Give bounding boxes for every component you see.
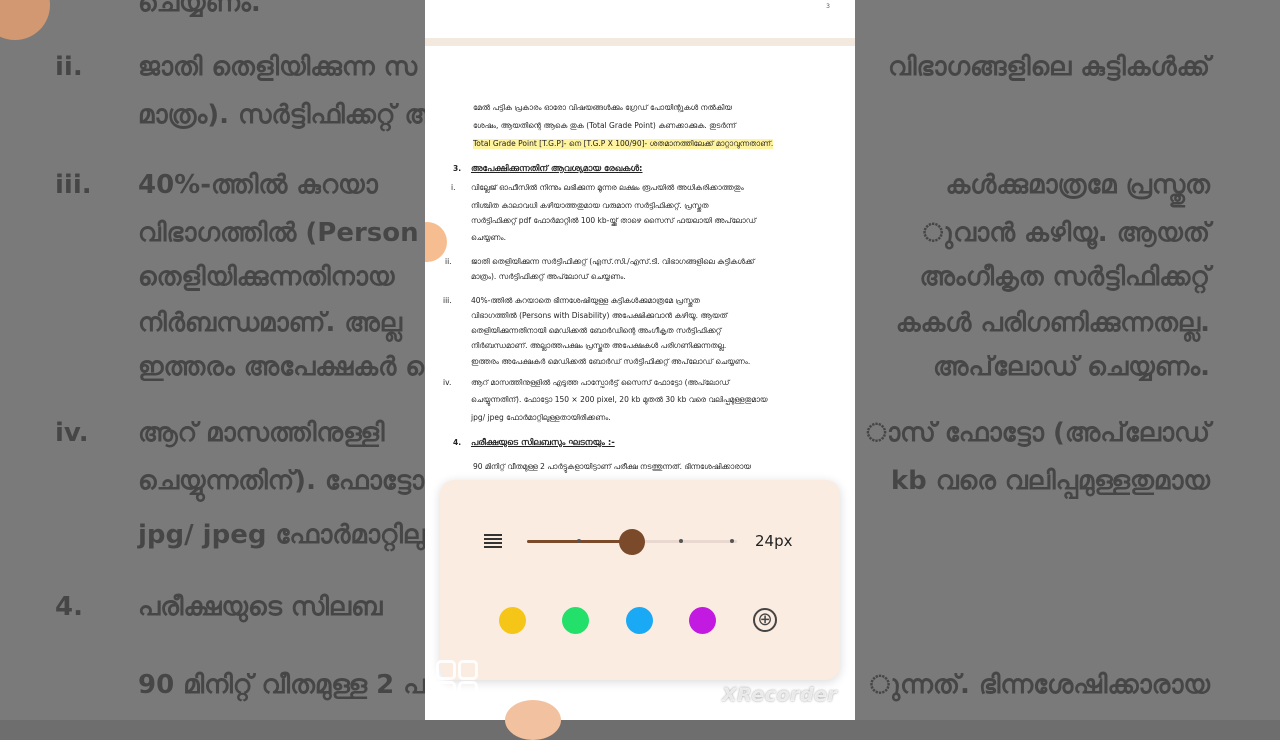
previous-page: 3 (425, 0, 855, 38)
page-separator (425, 38, 855, 46)
item-line: നിർബന്ധമാണ്. അല്ലാത്തപക്ഷം പ്രസ്തുത അപേക… (471, 341, 727, 350)
color-swatch-blue[interactable] (626, 607, 653, 634)
background-text: ജാതി തെളിയിക്കുന്ന സ (138, 52, 418, 82)
background-text-right: ാസ് ഫോട്ടോ (അപ്‌ലോഡ് (866, 418, 1210, 448)
color-swatch-yellow[interactable] (499, 607, 526, 634)
background-text-right: കൾക്കുമാത്രമേ പ്രസ്തുത (945, 170, 1210, 200)
background-text-right: അംഗീകൃത സർട്ടിഫിക്കറ്റ് (919, 262, 1210, 292)
section-title: അപേക്ഷിക്കുന്നതിന് ആവശ്യമായ രേഖകൾ: (471, 164, 643, 174)
background-text: ചെയ്യണം. (138, 0, 261, 18)
color-swatch-green[interactable] (562, 607, 589, 634)
item-number: ii. (445, 257, 452, 266)
background-text: ആറ് മാസത്തിനുള്ളി (138, 418, 385, 448)
background-text: നിർബന്ധമാണ്. അല്ല (138, 308, 402, 338)
page-number: 3 (826, 3, 830, 10)
section-title: പരീക്ഷയുടെ സിലബസും ഘടനയും :- (471, 438, 615, 448)
stroke-size-slider[interactable] (527, 529, 737, 555)
background-number: iii. (55, 170, 92, 200)
background-text: തെളിയിക്കുന്നതിനായ (138, 262, 395, 292)
background-text: jpg/ jpeg ഫോർമാറ്റിലു (138, 520, 426, 550)
stroke-size-label: 24px (755, 532, 793, 550)
apps-grid-icon[interactable] (428, 650, 486, 708)
section-number: 4. (453, 438, 462, 447)
slider-tick (730, 539, 734, 543)
slider-tick (679, 539, 683, 543)
background-text-right: ുവാൻ കഴിയൂ. ആയത് (922, 218, 1210, 248)
item-line: ചെയ്യണം. (471, 233, 506, 242)
item-line: 40%-ത്തിൽ കുറയാതെ ഭിന്നശേഷിയുള്ള കുട്ടിക… (471, 296, 700, 305)
item-line: ജാതി തെളിയിക്കുന്ന സർട്ടിഫിക്കറ്റ് (എസ്.… (471, 257, 755, 266)
background-text-right: അപ്‌ലോഡ് ചെയ്യണം. (933, 352, 1210, 382)
background-blob (0, 0, 50, 40)
item-number: iv. (443, 378, 452, 387)
color-swatch-purple[interactable] (689, 607, 716, 634)
item-number: iii. (443, 296, 452, 305)
stroke-width-icon[interactable] (484, 534, 502, 548)
item-line: നിശ്ചിത കാലാവധി കഴിയാത്തതുമായ വരുമാന സർട… (471, 201, 709, 210)
item-number: i. (451, 183, 456, 192)
background-text: ഇത്തരം അപേക്ഷകർ മെ (138, 352, 441, 382)
background-text-right: kb വരെ വലിപ്പമുള്ളതുമായ (890, 466, 1210, 496)
item-line: മാത്രം). സർട്ടിഫിക്കറ്റ് അപ്‌ലോഡ് ചെയ്യണ… (471, 272, 626, 281)
item-line: വിഭാഗത്തിൽ (Persons with Disability) അപേ… (471, 311, 728, 320)
add-color-icon[interactable]: ⊕ (753, 608, 777, 632)
item-line: ആറ് മാസത്തിനുള്ളിൽ എടുത്ത പാസ്പോർട്ട് സൈ… (471, 378, 730, 387)
intro-line: മേൽ പട്ടിക പ്രകാരം ഓരോ വിഷയങ്ങൾക്കും ഗ്ര… (473, 103, 732, 112)
recorder-watermark: XRecorder (722, 684, 838, 706)
item-line: വില്ലേജ് ഓഫീസിൽ നിന്നും ലഭിക്കുന്ന മൂന്ന… (471, 183, 744, 192)
background-number: 4. (55, 592, 83, 622)
touch-indicator (425, 222, 447, 262)
background-text: 90 മിനിറ്റ് വീതമുള്ള 2 പ (138, 670, 426, 700)
body-line: 90 മിനിറ്റ് വീതമുള്ള 2 പാർട്ടുകളായിട്ടാണ… (473, 462, 752, 471)
slider-tick (577, 539, 581, 543)
background-text: പരീക്ഷയുടെ സിലബ (138, 592, 383, 622)
item-line: jpg/ jpeg ഫോർമാറ്റിലുള്ളതായിരിക്കണം. (471, 413, 611, 422)
active-tool-indicator (505, 700, 561, 740)
item-line: ചെയ്യുന്നതിന്). ഫോട്ടോ 150 × 200 pixel, … (471, 395, 768, 404)
background-text-right: ുന്നത്. ഭിന്നശേഷിക്കാരായ (869, 670, 1210, 700)
pen-settings-panel: 24px ⊕ (440, 480, 840, 680)
section-number: 3. (453, 164, 462, 173)
background-text: 40%-ത്തിൽ കുറയാ (138, 170, 378, 200)
item-line: സർട്ടിഫിക്കറ്റ് pdf ഫോർമാറ്റിൽ 100 kb-യ്… (471, 216, 757, 225)
background-text-right: വിഭാഗങ്ങളിലെ കുട്ടികൾക്ക് (888, 52, 1210, 82)
item-line: തെളിയിക്കുന്നതിനായി മെഡിക്കൽ ബോർഡിന്റെ അ… (471, 326, 722, 335)
item-line: ഇത്തരം അപേക്ഷകർ മെഡിക്കൽ ബോർഡ് സർട്ടിഫിക… (471, 357, 751, 366)
background-text: വിഭാഗത്തിൽ (Person (138, 218, 419, 248)
background-number: iv. (55, 418, 89, 448)
intro-line-highlighted: Total Grade Point [T.G.P]- നെ [T.G.P X 1… (473, 139, 774, 149)
background-number: ii. (55, 52, 83, 82)
background-text-right: കകൾ പരിഗണിക്കുന്നതല്ല. (895, 308, 1210, 338)
background-text: മാത്രം). സർട്ടിഫിക്കറ്റ് അ (138, 100, 440, 130)
background-text: ചെയ്യുന്നതിന്). ഫോട്ടോ (138, 466, 425, 496)
slider-knob[interactable] (619, 529, 645, 555)
intro-line: ശേഷം, ആയതിന്റെ ആകെ തുക (Total Grade Poin… (473, 121, 736, 130)
